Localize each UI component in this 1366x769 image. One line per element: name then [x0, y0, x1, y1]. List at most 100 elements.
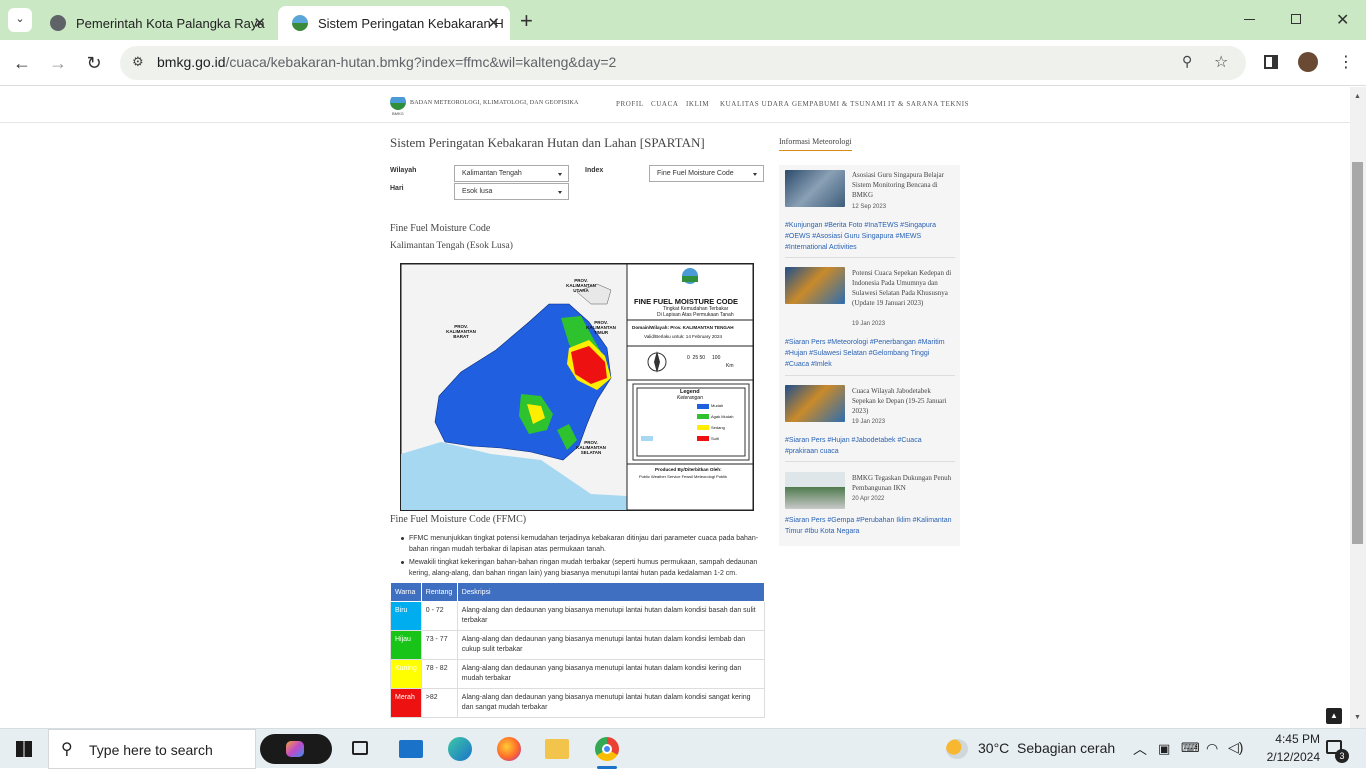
legend-item: Sulit — [711, 436, 719, 441]
scroll-to-top-button[interactable]: ▲ — [1326, 708, 1342, 724]
color-cell: Biru — [390, 601, 422, 631]
menu-kualitas-udara[interactable]: KUALITAS UDARA — [720, 100, 789, 108]
menu-iklim[interactable]: IKLIM — [686, 100, 709, 108]
color-cell: Hijau — [390, 630, 422, 660]
legend-item: Agak Mudah — [711, 414, 734, 419]
col-warna: Warna — [390, 582, 422, 602]
news-thumbnail[interactable] — [785, 170, 845, 207]
divider — [785, 375, 955, 376]
table-header-row: Warna Rentang Deskripsi — [390, 582, 766, 602]
file-explorer-icon[interactable] — [545, 739, 569, 759]
col-rentang: Rentang — [420, 582, 458, 602]
clock-time[interactable]: 4:45 PM — [1262, 732, 1320, 746]
news-thumbnail[interactable] — [785, 385, 845, 422]
tab-spartan[interactable]: Sistem Peringatan Kebakaran H ✕ — [278, 6, 510, 40]
firefox-icon[interactable] — [497, 737, 521, 761]
news-title[interactable]: Potensi Cuaca Sepekan Kedepan di Indones… — [852, 268, 952, 308]
scroll-up-icon[interactable]: ▲ — [1354, 93, 1361, 100]
new-tab-button[interactable]: + — [520, 8, 533, 34]
zoom-icon[interactable]: ⚲ — [1182, 53, 1192, 70]
index-subtitle: Fine Fuel Moisture Code — [390, 223, 491, 234]
hari-select[interactable]: Esok lusa — [454, 183, 569, 200]
reload-icon[interactable]: ↻ — [82, 51, 106, 75]
language-icon[interactable]: ⌨ — [1181, 740, 1200, 756]
tab-title: Sistem Peringatan Kebakaran H — [318, 15, 504, 31]
windows-start-icon[interactable] — [16, 741, 32, 757]
map-title: FINE FUEL MOISTURE CODE — [634, 297, 739, 306]
tab-search-button[interactable]: ⌄ — [8, 8, 32, 32]
site-info-icon[interactable]: ⚙ — [132, 54, 144, 70]
menu-kebab-icon[interactable]: ⋮ — [1338, 52, 1354, 72]
browser-toolbar: ← → ↻ ⚙ bmkg.go.id/cuaca/kebakaran-hutan… — [0, 40, 1366, 86]
menu-it-sarana[interactable]: IT & SARANA TEKNIS — [888, 100, 969, 108]
close-tab-icon[interactable]: ✕ — [487, 14, 500, 32]
site-header: BMKG BADAN METEOROLOGI, KLIMATOLOGI, DAN… — [0, 87, 1350, 123]
menu-profil[interactable]: PROFIL — [616, 100, 644, 108]
map-subtitle-2: Di Lapisan Atas Permukaan Tanah — [657, 312, 734, 318]
edge-icon[interactable] — [448, 737, 472, 761]
news-title[interactable]: BMKG Tegaskan Dukungan Penuh Pembangunan… — [852, 473, 952, 493]
wilayah-label: Wilayah — [390, 167, 417, 174]
news-date: 20 Apr 2022 — [852, 496, 885, 502]
section-title: Fine Fuel Moisture Code (FFMC) — [390, 514, 527, 525]
range-cell: 0 - 72 — [420, 601, 458, 631]
news-tags[interactable]: #Siaran Pers #Gempa #Perubahan Iklim #Ka… — [785, 515, 955, 537]
profile-avatar[interactable] — [1298, 52, 1318, 72]
map-scale-unit: Km — [726, 363, 734, 369]
map-scale: 0 25 50 100 — [687, 355, 721, 361]
weather-text[interactable]: 30°C Sebagian cerah — [978, 740, 1115, 756]
news-date: 12 Sep 2023 — [852, 204, 887, 210]
org-name[interactable]: BADAN METEOROLOGI, KLIMATOLOGI, DAN GEOF… — [410, 100, 579, 106]
chrome-icon[interactable] — [595, 737, 619, 761]
index-select[interactable]: Fine Fuel Moisture Code — [649, 165, 764, 182]
copilot-icon[interactable] — [260, 734, 332, 764]
news-tags[interactable]: #Siaran Pers #Hujan #Jabodetabek #Cuaca … — [785, 435, 955, 457]
wilayah-select[interactable]: Kalimantan Tengah — [454, 165, 569, 182]
minimize-icon[interactable] — [1244, 19, 1255, 20]
map-produced: Produced By/Diterbitkan Oleh: — [655, 467, 722, 472]
side-panel-icon[interactable] — [1264, 55, 1278, 69]
forward-arrow-icon[interactable]: → — [46, 51, 70, 75]
address-bar[interactable]: ⚙ bmkg.go.id/cuaca/kebakaran-hutan.bmkg?… — [120, 46, 1246, 80]
region-line: Kalimantan Tengah (Esok Lusa) — [390, 241, 513, 251]
volume-icon[interactable]: ◁) — [1228, 739, 1243, 756]
bmkg-favicon-icon — [292, 15, 308, 31]
desc-cell: Alang-alang dan dedaunan yang biasanya m… — [456, 659, 766, 689]
url-text[interactable]: bmkg.go.id/cuaca/kebakaran-hutan.bmkg?in… — [157, 54, 616, 70]
url-host: bmkg.go.id — [157, 54, 226, 70]
news-thumbnail[interactable] — [785, 472, 845, 509]
news-tags[interactable]: #Kunjungan #Berita Foto #InaTEWS #Singap… — [785, 220, 955, 253]
menu-cuaca[interactable]: CUACA — [651, 100, 679, 108]
close-tab-icon[interactable]: ✕ — [253, 14, 266, 32]
menu-gempabumi[interactable]: GEMPABUMI & TSUNAMI — [792, 100, 886, 108]
bmkg-logo[interactable] — [390, 94, 406, 110]
tab-pemerintah[interactable]: Pemerintah Kota Palangka Raya ✕ — [36, 6, 276, 40]
taskbar-search[interactable]: ⚲ Type here to search — [48, 729, 256, 769]
wifi-icon[interactable]: ◠ — [1206, 740, 1218, 757]
page-scrollbar[interactable]: ▲ ▼ — [1350, 87, 1366, 728]
news-title[interactable]: Asosiasi Guru Singapura Belajar Sistem M… — [852, 170, 952, 200]
bullet-item: Mewakili tingkat kekeringan bahan-bahan … — [401, 559, 758, 577]
scroll-down-icon[interactable]: ▼ — [1354, 714, 1361, 721]
bookmark-star-icon[interactable]: ☆ — [1214, 52, 1228, 72]
back-arrow-icon[interactable]: ← — [10, 51, 34, 75]
ffmc-table: Warna Rentang Deskripsi Biru 0 - 72 Alan… — [390, 582, 766, 718]
news-thumbnail[interactable] — [785, 267, 845, 304]
url-path: /cuaca/kebakaran-hutan.bmkg?index=ffmc&w… — [225, 54, 617, 70]
sidebar-news: Asosiasi Guru Singapura Belajar Sistem M… — [779, 165, 960, 546]
chevron-up-icon[interactable]: ︿ — [1133, 739, 1147, 759]
range-cell: >82 — [420, 688, 458, 718]
weather-icon[interactable] — [946, 739, 968, 759]
clock-date[interactable]: 2/12/2024 — [1250, 750, 1320, 764]
scroll-thumb[interactable] — [1352, 162, 1363, 544]
mail-icon[interactable] — [399, 740, 423, 758]
news-title[interactable]: Cuaca Wilayah Jabodetabek Sepekan ke Dep… — [852, 386, 952, 416]
restore-icon[interactable] — [1291, 14, 1301, 24]
task-view-icon[interactable] — [352, 741, 368, 755]
news-tags[interactable]: #Siaran Pers #Meteorologi #Penerbangan #… — [785, 337, 955, 370]
meet-now-icon[interactable]: ▣ — [1158, 741, 1170, 757]
color-cell: Kuning — [390, 659, 422, 689]
news-date: 19 Jan 2023 — [852, 419, 886, 425]
close-window-icon[interactable]: ✕ — [1336, 10, 1349, 30]
legend-item: Sedang — [711, 425, 725, 430]
